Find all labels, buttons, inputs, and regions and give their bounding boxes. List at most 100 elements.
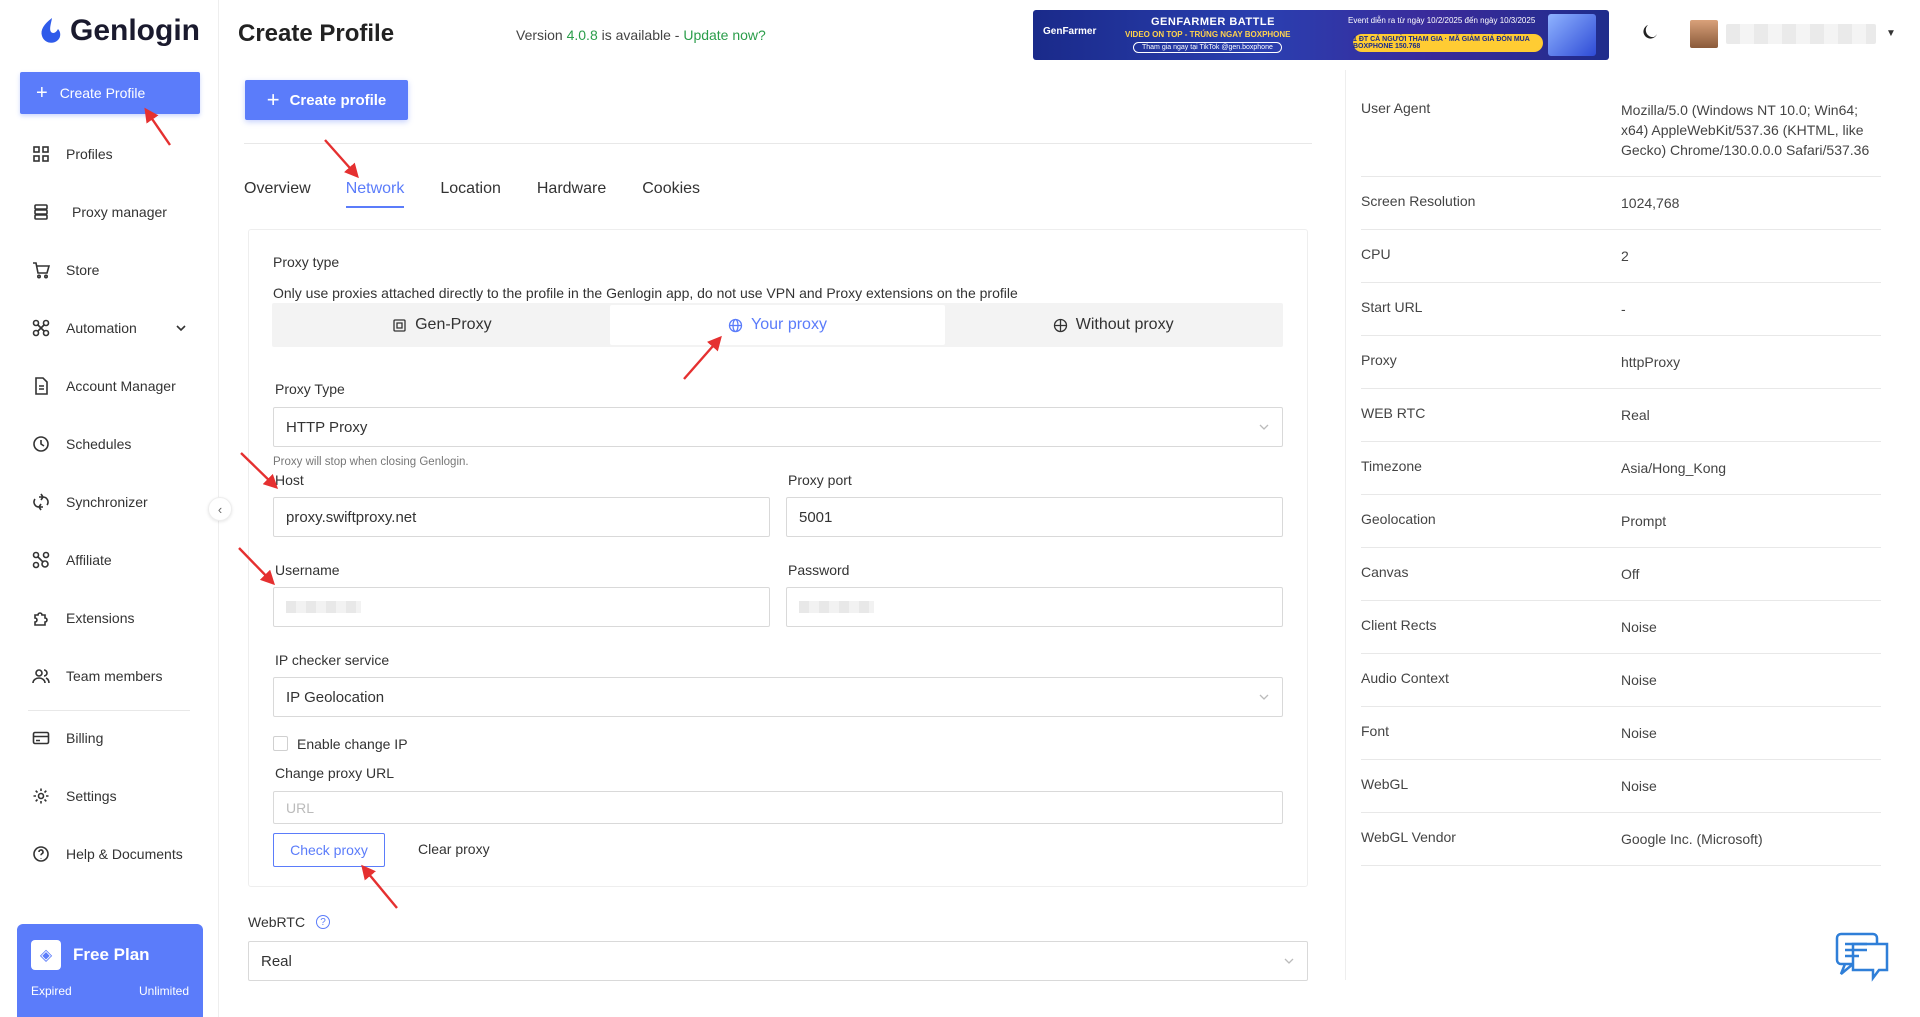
proxy-hint: Only use proxies attached directly to th… [273, 285, 1018, 301]
sidebar-item-settings[interactable]: Settings [0, 767, 219, 825]
tab-hardware[interactable]: Hardware [537, 180, 606, 208]
summary-value: Mozilla/5.0 (Windows NT 10.0; Win64; x64… [1621, 102, 1870, 158]
summary-key: WEB RTC [1361, 405, 1426, 421]
proxy-port-label: Proxy port [788, 472, 852, 488]
cart-icon [33, 262, 50, 279]
sidebar-collapse-button[interactable]: ‹ [208, 497, 232, 521]
clear-proxy-button[interactable]: Clear proxy [418, 841, 490, 857]
summary-key: Screen Resolution [1361, 193, 1476, 209]
create-profile-button[interactable]: + Create profile [245, 80, 408, 120]
change-proxy-url-placeholder: URL [286, 799, 315, 816]
genlogin-logo[interactable]: Genlogin [38, 14, 200, 48]
summary-key: User Agent [1361, 100, 1431, 116]
promo-banner[interactable]: GenFarmer GENFARMER BATTLE VIDEO ON TOP … [1033, 10, 1609, 60]
caret-down-icon[interactable]: ▼ [1886, 28, 1896, 39]
summary-divider [1345, 70, 1346, 980]
banner-cta: 1 ĐT CÁ NGƯỜI THAM GIA · MÃ GIẢM GIÁ ĐÓN… [1353, 34, 1543, 52]
username-input[interactable] [273, 587, 770, 627]
proxy-mode-without-proxy[interactable]: Without proxy [945, 305, 1281, 345]
summary-key: Font [1361, 723, 1390, 739]
summary-row: Audio Context Noise [1361, 654, 1881, 707]
sidebar-item-label: Affiliate [66, 552, 112, 568]
password-redacted [799, 601, 874, 613]
sidebar-item-help[interactable]: Help & Documents [0, 825, 219, 883]
proxy-port-input[interactable]: 5001 [786, 497, 1283, 537]
moon-icon[interactable] [1640, 22, 1660, 42]
question-icon[interactable]: ? [316, 915, 330, 929]
document-icon [35, 377, 48, 395]
summary-key: Start URL [1361, 299, 1423, 315]
page-title: Create Profile [238, 20, 395, 47]
sidebar-item-synchronizer[interactable]: Synchronizer [0, 473, 219, 531]
proxy-mode-label: Gen-Proxy [415, 316, 492, 333]
server-icon [34, 204, 48, 220]
sync-icon [33, 493, 49, 511]
summary-key: Proxy [1361, 352, 1397, 368]
enable-change-ip-checkbox[interactable] [273, 736, 288, 751]
proxy-type-value: HTTP Proxy [286, 418, 368, 436]
proxy-mode-your-proxy[interactable]: Your proxy [609, 305, 946, 345]
summary-row: Canvas Off [1361, 548, 1881, 601]
summary-row: Start URL - [1361, 283, 1881, 336]
check-proxy-button[interactable]: Check proxy [273, 833, 385, 867]
chevron-down-icon[interactable] [174, 321, 188, 335]
summary-row: WebGL Vendor Google Inc. (Microsoft) [1361, 813, 1881, 866]
chevron-left-icon: ‹ [217, 501, 223, 517]
app-name: Genlogin [70, 14, 200, 47]
summary-row: User Agent Mozilla/5.0 (Windows NT 10.0; … [1361, 84, 1881, 177]
sidebar-item-automation[interactable]: Automation [0, 299, 219, 357]
profile-tabs: Overview Network Location Hardware Cooki… [244, 180, 700, 208]
create-profile-nav-button[interactable]: + Create Profile [20, 72, 200, 114]
change-proxy-url-input[interactable]: URL [273, 791, 1283, 824]
plus-icon: + [36, 82, 48, 104]
ip-checker-select[interactable]: IP Geolocation [273, 677, 1283, 717]
sidebar-item-label: Store [66, 262, 100, 278]
tab-overview[interactable]: Overview [244, 180, 311, 208]
proxy-mode-gen-proxy[interactable]: Gen-Proxy [274, 305, 610, 345]
summary-key: CPU [1361, 246, 1391, 262]
card-icon [32, 731, 50, 745]
tab-location[interactable]: Location [440, 180, 501, 208]
sidebar-item-team-members[interactable]: Team members [0, 647, 219, 705]
summary-value: Asia/Hong_Kong [1621, 460, 1727, 476]
summary-row: Screen Resolution 1024,768 [1361, 177, 1881, 230]
webrtc-label: WebRTC [248, 914, 306, 930]
sidebar-nav-secondary: Billing Settings Help & Documents [0, 709, 219, 883]
globe-off-icon [1053, 318, 1067, 332]
phone-image-icon [1548, 14, 1596, 56]
summary-key: WebGL [1361, 776, 1409, 792]
divider [244, 143, 1312, 144]
summary-key: Audio Context [1361, 670, 1449, 686]
summary-row: Proxy httpProxy [1361, 336, 1881, 389]
user-name-redacted[interactable] [1726, 24, 1876, 44]
sidebar-item-profiles[interactable]: Profiles [0, 125, 219, 183]
summary-value: httpProxy [1621, 354, 1681, 370]
tab-network[interactable]: Network [345, 180, 404, 208]
banner-subtitle: VIDEO ON TOP - TRÚNG NGAY BOXPHONE [1125, 30, 1291, 39]
avatar[interactable] [1690, 20, 1718, 48]
chat-support-icon[interactable] [1833, 930, 1891, 986]
sidebar-item-extensions[interactable]: Extensions [0, 589, 219, 647]
genlogin-logo-icon [41, 18, 61, 43]
proxy-note: Proxy will stop when closing Genlogin. [273, 456, 469, 468]
sidebar-item-billing[interactable]: Billing [0, 709, 219, 767]
sidebar-item-account-manager[interactable]: Account Manager [0, 357, 219, 415]
sidebar-item-affiliate[interactable]: Affiliate [0, 531, 219, 589]
webrtc-select[interactable]: Real [248, 941, 1308, 981]
sidebar-item-label: Account Manager [66, 378, 176, 394]
update-link[interactable]: Update now? [683, 27, 766, 43]
password-input[interactable] [786, 587, 1283, 627]
globe-icon [728, 318, 743, 332]
tab-cookies[interactable]: Cookies [642, 180, 700, 208]
sidebar-item-proxy-manager[interactable]: Proxy manager [0, 183, 219, 241]
sidebar-item-schedules[interactable]: Schedules [0, 415, 219, 473]
chevron-down-icon [1259, 694, 1269, 700]
sidebar-item-store[interactable]: Store [0, 241, 219, 299]
gear-icon [33, 788, 49, 804]
plan-card[interactable]: ◈ Free Plan Expired Unlimited [17, 924, 203, 1017]
proxy-type-select[interactable]: HTTP Proxy [273, 407, 1283, 447]
ip-checker-label: IP checker service [275, 652, 390, 668]
password-label: Password [788, 562, 850, 578]
summary-row: CPU 2 [1361, 230, 1881, 283]
host-input[interactable]: proxy.swiftproxy.net [273, 497, 770, 537]
